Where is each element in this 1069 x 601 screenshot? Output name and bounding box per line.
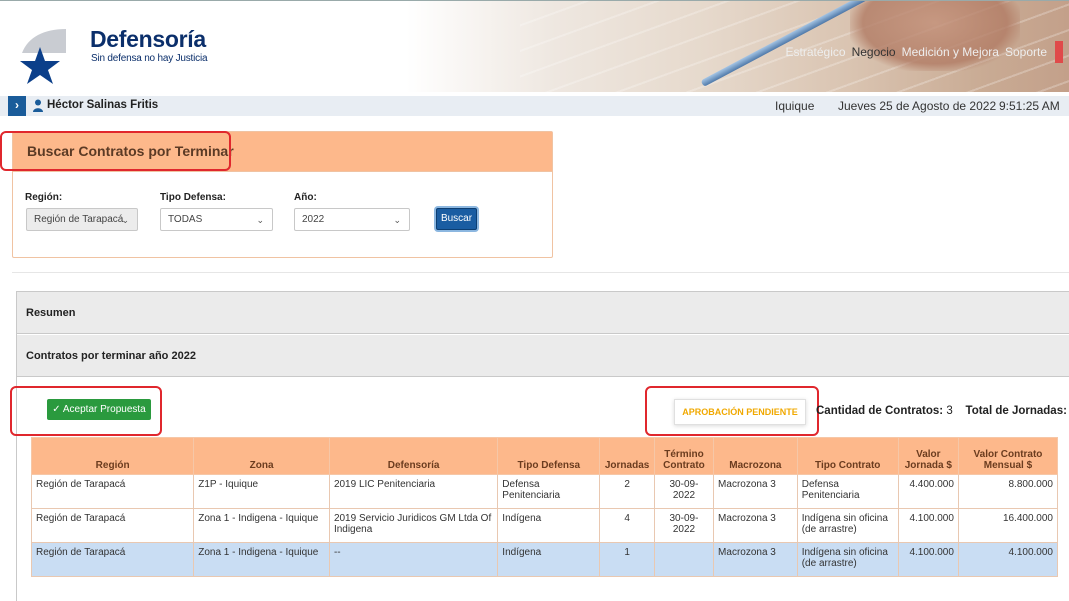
table-row[interactable]: Región de Tarapacá Z1P - Iquique 2019 LI…: [30, 474, 1059, 509]
total-jornadas-label: Total de Jornadas:: [965, 405, 1067, 417]
cell-macrozona: Macrozona 3: [713, 508, 798, 543]
app-header: Defensoría Sin defensa no hay Justicia E…: [0, 0, 1069, 92]
highlight-box-pending: [645, 386, 819, 436]
contracts-table: Región Zona Defensoría Tipo Defensa Jorn…: [30, 437, 1059, 577]
cell-termino: 30-09-2022: [653, 474, 715, 509]
cell-valor-jornada: 4.100.000: [897, 508, 959, 543]
logout-button[interactable]: [1055, 41, 1063, 63]
cell-jornadas: 2: [599, 474, 655, 509]
col-macrozona[interactable]: Macrozona: [713, 437, 798, 475]
highlight-box-accept: [10, 386, 162, 436]
cell-macrozona: Macrozona 3: [713, 542, 798, 577]
highlight-box-title: [0, 131, 231, 171]
region-select[interactable]: Región de Tarapacá ⌄: [26, 208, 138, 231]
current-time: 9:51:25 AM: [999, 99, 1060, 113]
cell-tipo-contrato: Indígena sin oficina (de arrastre): [796, 508, 899, 543]
col-valor-jornada[interactable]: Valor Jornada $: [897, 437, 959, 475]
anio-label: Año:: [294, 192, 317, 203]
cantidad-contratos-value: 3: [946, 405, 953, 417]
page-root: Defensoría Sin defensa no hay Justicia E…: [0, 0, 1069, 601]
current-date: Jueves 25 de Agosto de 2022: [838, 99, 997, 113]
tipo-defensa-label: Tipo Defensa:: [160, 192, 226, 203]
user-city: Iquique: [775, 99, 815, 113]
cell-valor-jornada: 4.400.000: [897, 474, 959, 509]
cell-zona: Zona 1 - Indigena - Iquique: [193, 542, 330, 577]
cell-valor-mensual: 16.400.000: [957, 508, 1059, 543]
cell-valor-jornada: 4.100.000: [897, 542, 959, 577]
anio-select-value: 2022: [302, 214, 325, 225]
cell-defensoria: --: [328, 542, 499, 577]
col-region[interactable]: Región: [30, 437, 195, 475]
resumen-section[interactable]: Resumen: [17, 292, 1069, 334]
defensoria-star-logo-icon[interactable]: [14, 23, 74, 85]
cell-tipo-contrato: Defensa Penitenciaria: [796, 474, 899, 509]
table-row[interactable]: Región de Tarapacá Zona 1 - Indigena - I…: [30, 508, 1059, 543]
cell-termino: 30-09-2022: [653, 508, 715, 543]
cell-jornadas: 1: [599, 542, 655, 577]
nav-soporte[interactable]: Soporte: [1005, 45, 1047, 59]
region-label: Región:: [25, 192, 63, 203]
cell-tipo-defensa: Indígena: [497, 542, 601, 577]
col-tipo-defensa[interactable]: Tipo Defensa: [497, 437, 601, 475]
user-name: Héctor Salinas Fritis: [47, 99, 159, 111]
brand-tagline: Sin defensa no hay Justicia: [91, 53, 208, 64]
cell-region: Región de Tarapacá: [30, 474, 195, 509]
table-row-selected[interactable]: Región de Tarapacá Zona 1 - Indigena - I…: [30, 542, 1059, 577]
cell-valor-mensual: 8.800.000: [957, 474, 1059, 509]
cell-tipo-defensa: Defensa Penitenciaria: [497, 474, 601, 509]
cell-defensoria: 2019 LIC Penitenciaria: [328, 474, 499, 509]
chevron-down-icon: ⌄: [393, 215, 401, 225]
nav-medicion-y-mejora[interactable]: Medición y Mejora: [902, 45, 999, 59]
buscar-button[interactable]: Buscar: [436, 208, 477, 230]
table-header-row: Región Zona Defensoría Tipo Defensa Jorn…: [30, 437, 1059, 475]
col-termino-contrato[interactable]: Término Contrato: [653, 437, 715, 475]
user-icon: [33, 99, 43, 112]
cell-region: Región de Tarapacá: [30, 508, 195, 543]
region-select-value: Región de Tarapacá: [34, 214, 124, 225]
menu-toggle-chevron-right-icon[interactable]: ›: [8, 96, 26, 116]
col-zona[interactable]: Zona: [193, 437, 330, 475]
contratos-section-title: Contratos por terminar año 2022: [17, 335, 1069, 377]
cell-tipo-defensa: Indígena: [497, 508, 601, 543]
nav-estrategico[interactable]: Estratégico: [786, 45, 846, 59]
cell-defensoria: 2019 Servicio Juridicos GM Ltda Of Indig…: [328, 508, 499, 543]
cantidad-contratos-label: Cantidad de Contratos:: [816, 405, 944, 417]
col-tipo-contrato[interactable]: Tipo Contrato: [796, 437, 899, 475]
cell-jornadas: 4: [599, 508, 655, 543]
col-defensoria[interactable]: Defensoría: [328, 437, 499, 475]
tipo-defensa-select[interactable]: TODAS ⌄: [160, 208, 273, 231]
cell-tipo-contrato: Indígena sin oficina (de arrastre): [796, 542, 899, 577]
top-navigation: Estratégico Negocio Medición y Mejora So…: [780, 41, 1063, 63]
chevron-down-icon: ⌄: [256, 215, 264, 225]
section-divider: [12, 272, 1069, 273]
anio-select[interactable]: 2022 ⌄: [294, 208, 410, 231]
chevron-down-icon: ⌄: [121, 215, 129, 225]
cell-zona: Z1P - Iquique: [193, 474, 330, 509]
cell-macrozona: Macrozona 3: [713, 474, 798, 509]
cell-valor-mensual: 4.100.000: [957, 542, 1059, 577]
brand-name: Defensoría: [90, 26, 206, 52]
cell-termino: [653, 542, 715, 577]
col-valor-contrato-mensual[interactable]: Valor Contrato Mensual $: [957, 437, 1059, 475]
results-summary: Cantidad de Contratos: 3 Total de Jornad…: [816, 405, 1069, 417]
cell-region: Región de Tarapacá: [30, 542, 195, 577]
col-jornadas[interactable]: Jornadas: [599, 437, 655, 475]
nav-negocio[interactable]: Negocio: [852, 45, 896, 59]
cell-zona: Zona 1 - Indigena - Iquique: [193, 508, 330, 543]
tipo-defensa-select-value: TODAS: [168, 214, 203, 225]
user-bar: › Héctor Salinas Fritis Iquique Jueves 2…: [0, 96, 1069, 116]
